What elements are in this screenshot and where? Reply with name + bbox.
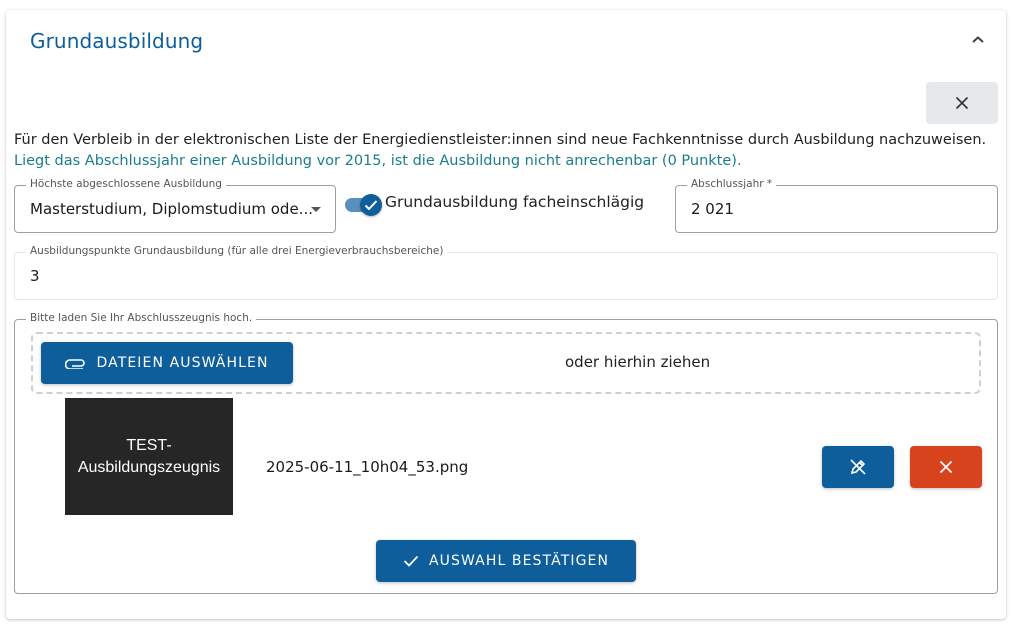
graduation-year-value: 2 021 bbox=[691, 200, 734, 218]
education-select-value: Masterstudium, Diplomstudium ode... bbox=[30, 200, 313, 218]
paperclip-icon bbox=[65, 357, 87, 369]
delete-file-button[interactable] bbox=[910, 446, 982, 488]
collapse-button[interactable] bbox=[966, 28, 990, 52]
dropzone[interactable]: DATEIEN AUSWÄHLEN oder hierhin ziehen bbox=[31, 332, 981, 394]
info-line-1: Für den Verbleib in der elektronischen L… bbox=[14, 132, 987, 148]
drop-hint: oder hierhin ziehen bbox=[565, 353, 711, 371]
section-title: Grundausbildung bbox=[30, 29, 204, 53]
file-thumbnail: TEST- Ausbildungszeugnis bbox=[65, 398, 233, 515]
edit-file-button[interactable] bbox=[822, 446, 894, 488]
graduation-year-label: Abschlussjahr * bbox=[687, 178, 777, 190]
education-select[interactable]: Höchste abgeschlossene Ausbildung Master… bbox=[14, 178, 336, 233]
check-icon bbox=[403, 555, 419, 567]
education-select-label: Höchste abgeschlossene Ausbildung bbox=[26, 178, 226, 190]
upload-label: Bitte laden Sie Ihr Abschlusszeugnis hoc… bbox=[26, 312, 257, 324]
graduation-year-field[interactable]: Abschlussjahr * 2 021 bbox=[675, 178, 998, 233]
close-section-button[interactable] bbox=[926, 82, 998, 124]
info-text: Für den Verbleib in der elektronischen L… bbox=[14, 130, 986, 172]
edit-pen-icon bbox=[850, 459, 866, 475]
training-points-field: Ausbildungspunkte Grundausbildung (für a… bbox=[14, 245, 998, 300]
relevant-toggle-label: Grundausbildung facheinschlägig bbox=[385, 193, 645, 211]
dropdown-arrow-icon bbox=[311, 207, 321, 212]
confirm-selection-button[interactable]: AUSWAHL BESTÄTIGEN bbox=[376, 540, 636, 582]
check-icon bbox=[364, 200, 378, 211]
close-icon bbox=[939, 460, 953, 474]
toggle-thumb bbox=[360, 194, 382, 216]
training-points-label: Ausbildungspunkte Grundausbildung (für a… bbox=[26, 245, 448, 257]
training-points-value: 3 bbox=[30, 267, 40, 285]
chevron-up-icon bbox=[972, 36, 984, 43]
choose-files-label: DATEIEN AUSWÄHLEN bbox=[96, 355, 269, 371]
file-thumbnail-text: TEST- Ausbildungszeugnis bbox=[77, 436, 221, 476]
close-icon bbox=[955, 96, 969, 110]
file-name: 2025-06-11_10h04_53.png bbox=[266, 458, 469, 476]
info-line-2: Liegt das Abschlussjahr einer Ausbildung… bbox=[14, 153, 742, 169]
confirm-selection-label: AUSWAHL BESTÄTIGEN bbox=[428, 553, 610, 569]
choose-files-button[interactable]: DATEIEN AUSWÄHLEN bbox=[41, 342, 293, 384]
relevant-toggle[interactable] bbox=[345, 193, 383, 216]
certificate-upload: Bitte laden Sie Ihr Abschlusszeugnis hoc… bbox=[14, 312, 998, 594]
grundausbildung-card: Grundausbildung Für den Verbleib in der … bbox=[6, 10, 1006, 619]
